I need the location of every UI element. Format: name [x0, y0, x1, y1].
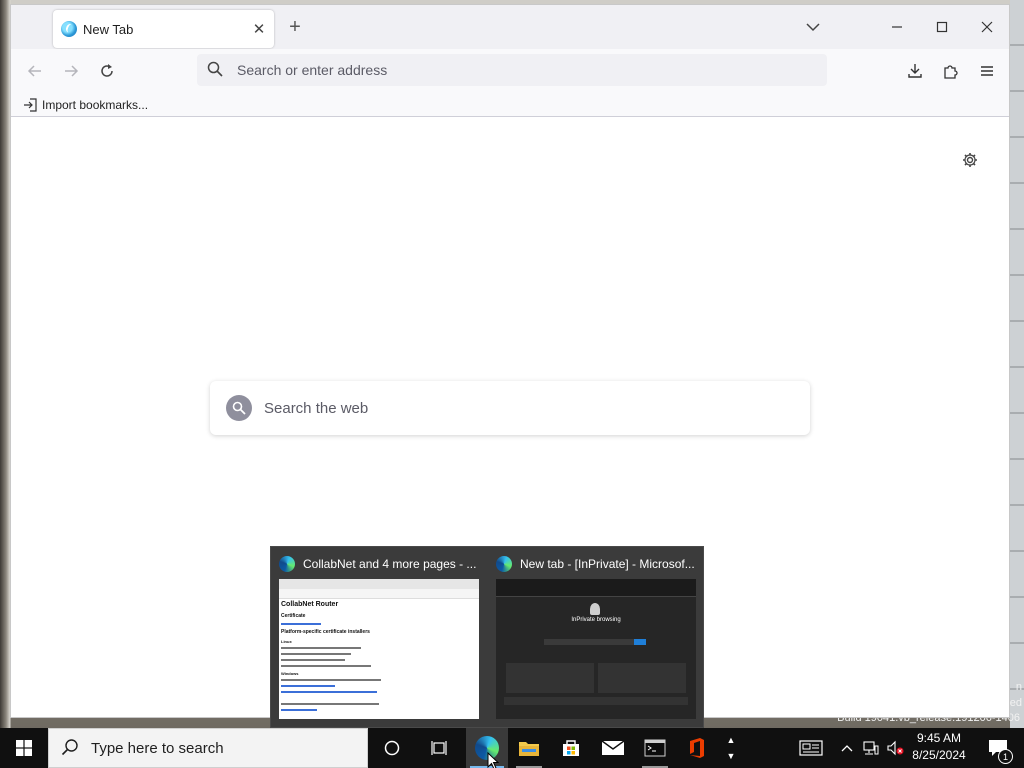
- edge-icon: [496, 556, 512, 572]
- network-icon[interactable]: [860, 728, 882, 768]
- volume-muted-icon[interactable]: [884, 728, 906, 768]
- scroll-up-icon[interactable]: ▲: [727, 732, 736, 748]
- store-icon[interactable]: [550, 728, 592, 768]
- preview-heading: CollabNet Router: [281, 601, 339, 608]
- import-bookmarks-button[interactable]: Import bookmarks...: [23, 98, 148, 112]
- preview-window-collabnet[interactable]: CollabNet and 4 more pages - ... CollabN…: [271, 547, 487, 729]
- search-icon: [207, 61, 223, 80]
- address-input[interactable]: [237, 62, 797, 78]
- search-icon: [61, 738, 79, 759]
- search-icon: [226, 395, 252, 421]
- action-center-icon[interactable]: 1: [978, 728, 1018, 768]
- import-bookmarks-label: Import bookmarks...: [42, 97, 149, 112]
- taskbar: ▲ ▼ 9:45 AM 8/25/2024 1: [0, 728, 1024, 768]
- taskbar-search-input[interactable]: [91, 739, 351, 757]
- taskbar-scroll[interactable]: ▲ ▼: [722, 728, 740, 768]
- downloads-icon[interactable]: [901, 57, 929, 85]
- preview-subheading: Certificate: [281, 613, 306, 619]
- maximize-icon[interactable]: [922, 11, 962, 43]
- browser-favicon-icon: [61, 21, 77, 37]
- web-search-box[interactable]: [210, 381, 810, 435]
- extensions-icon[interactable]: [937, 57, 965, 85]
- show-hidden-icons-chevron-icon[interactable]: [838, 728, 856, 768]
- preview-thumbnail: CollabNet Router Certificate Platform-sp…: [279, 579, 479, 719]
- import-icon: [24, 97, 37, 112]
- system-clock[interactable]: 9:45 AM 8/25/2024: [908, 730, 970, 764]
- preview-label: Linux: [281, 639, 292, 644]
- cortana-icon[interactable]: [371, 728, 413, 768]
- list-all-tabs-chevron-icon[interactable]: [801, 15, 825, 39]
- mail-icon[interactable]: [592, 728, 634, 768]
- tab-title: New Tab: [83, 21, 134, 37]
- preview-thumbnail: InPrivate browsing: [496, 579, 696, 719]
- file-explorer-icon[interactable]: [508, 728, 550, 768]
- inprivate-person-icon: [590, 603, 600, 615]
- desktop-edge: [1010, 0, 1024, 728]
- mouse-cursor-icon: [487, 751, 500, 768]
- back-arrow-icon[interactable]: [21, 57, 49, 85]
- office-icon[interactable]: [676, 728, 718, 768]
- preview-heading: InPrivate browsing: [571, 617, 621, 623]
- clock-time: 9:45 AM: [916, 731, 962, 745]
- taskbar-search-box[interactable]: [48, 728, 368, 768]
- close-icon[interactable]: [967, 11, 1007, 43]
- web-search-input[interactable]: [264, 399, 784, 417]
- bookmarks-toolbar: Import bookmarks...: [11, 93, 1009, 117]
- task-view-icon[interactable]: [419, 728, 461, 768]
- terminal-icon[interactable]: [634, 728, 676, 768]
- scroll-down-icon[interactable]: ▼: [727, 748, 736, 764]
- preview-window-inprivate[interactable]: New tab - [InPrivate] - Microsof... InPr…: [488, 547, 704, 729]
- news-and-interests-icon[interactable]: [796, 728, 826, 768]
- preview-title: CollabNet and 4 more pages - ...: [303, 557, 477, 571]
- gear-icon[interactable]: [959, 149, 981, 171]
- preview-label: Windows: [281, 671, 299, 676]
- address-bar[interactable]: [197, 54, 827, 86]
- tab-new-tab[interactable]: New Tab ✕: [53, 10, 274, 48]
- menu-hamburger-icon[interactable]: [973, 57, 1001, 85]
- preview-title: New tab - [InPrivate] - Microsof...: [520, 557, 695, 571]
- desktop-edge-text: ed: [1009, 697, 1022, 709]
- edge-icon: [279, 556, 295, 572]
- navigation-toolbar: [11, 49, 1009, 93]
- reload-icon[interactable]: [93, 57, 121, 85]
- desktop-edge-text: n: [1015, 681, 1022, 693]
- tab-close-icon[interactable]: ✕: [248, 18, 270, 40]
- notification-count-badge: 1: [998, 749, 1013, 764]
- taskbar-preview-popup: CollabNet and 4 more pages - ... CollabN…: [270, 546, 704, 728]
- forward-arrow-icon[interactable]: [57, 57, 85, 85]
- tab-strip: New Tab ✕ +: [11, 5, 1009, 49]
- minimize-icon[interactable]: [877, 11, 917, 43]
- windows-start-icon[interactable]: [0, 728, 48, 768]
- preview-subheading: Platform-specific certificate installers: [281, 629, 370, 635]
- new-tab-button[interactable]: +: [283, 15, 307, 39]
- clock-date: 8/25/2024: [912, 748, 966, 762]
